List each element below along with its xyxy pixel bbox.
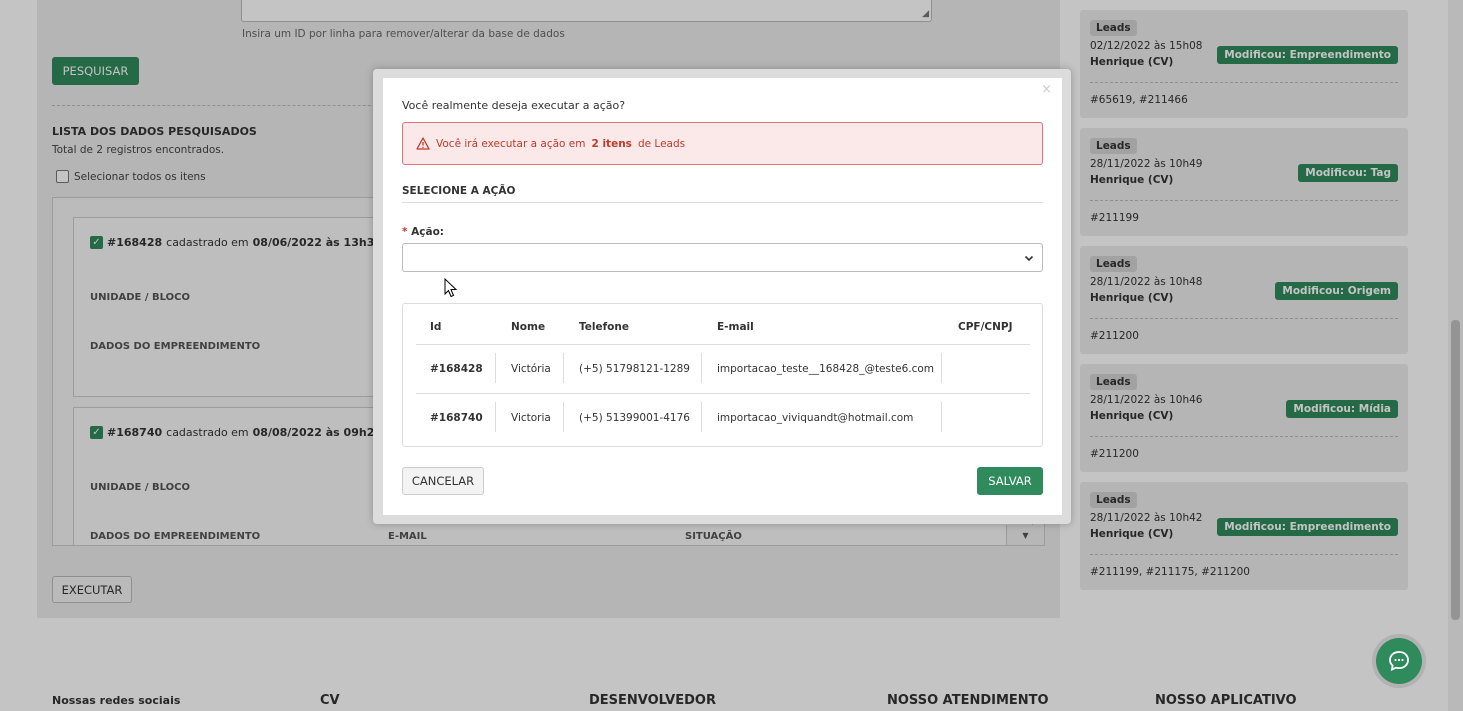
cell-phone: (+5) 51798121-1289	[579, 363, 690, 375]
close-icon[interactable]: ×	[1041, 82, 1052, 97]
cell-name: Victoria	[511, 412, 551, 424]
column-divider	[495, 353, 496, 383]
save-button[interactable]: SALVAR	[977, 467, 1043, 495]
cancel-button[interactable]: CANCELAR	[402, 467, 484, 495]
cell-id: #168428	[430, 363, 483, 375]
action-select[interactable]	[402, 243, 1043, 272]
chat-bubble-icon	[1389, 651, 1409, 672]
section-title: SELECIONE A AÇÃO	[402, 185, 516, 197]
cell-email: importacao_teste__168428_@teste6.com	[717, 363, 935, 375]
column-divider	[941, 402, 942, 432]
required-marker: *	[402, 226, 408, 238]
column-divider	[495, 402, 496, 432]
modal-question: Você realmente deseja executar a ação?	[402, 99, 626, 112]
warning-icon	[416, 137, 430, 150]
column-divider	[563, 353, 564, 383]
chat-button[interactable]	[1376, 638, 1422, 684]
column-divider	[941, 353, 942, 383]
cell-phone: (+5) 51399001-4176	[579, 412, 690, 424]
cell-email: importacao_viviquandt@hotmail.com	[717, 412, 914, 424]
column-divider	[701, 402, 702, 432]
warning-alert: Você irá executar a ação em 2 itens de L…	[402, 122, 1043, 165]
section-divider	[402, 202, 1043, 203]
column-header-name: Nome	[511, 321, 546, 333]
alert-suffix: de Leads	[637, 137, 686, 150]
column-header-phone: Telefone	[579, 321, 629, 333]
column-header-id: Id	[430, 321, 442, 333]
column-divider	[563, 402, 564, 432]
column-header-email: E-mail	[717, 321, 754, 333]
items-table: Id Nome Telefone E-mail CPF/CNPJ #168428…	[402, 303, 1043, 447]
confirm-action-modal: × Você realmente deseja executar a ação?…	[383, 78, 1062, 515]
row-divider	[416, 393, 1030, 394]
chevron-down-icon	[1024, 255, 1034, 262]
alert-count: 2 itens	[591, 137, 632, 150]
header-row-divider	[416, 344, 1030, 345]
alert-prefix: Você irá executar a ação em	[436, 137, 586, 150]
cell-name: Victória	[511, 363, 551, 375]
column-header-cpf: CPF/CNPJ	[958, 321, 1013, 333]
mouse-cursor-icon	[444, 278, 458, 298]
action-label-text: Ação:	[411, 226, 445, 238]
cell-id: #168740	[430, 412, 483, 424]
column-divider	[701, 353, 702, 383]
action-field-label: * Ação:	[402, 226, 444, 238]
